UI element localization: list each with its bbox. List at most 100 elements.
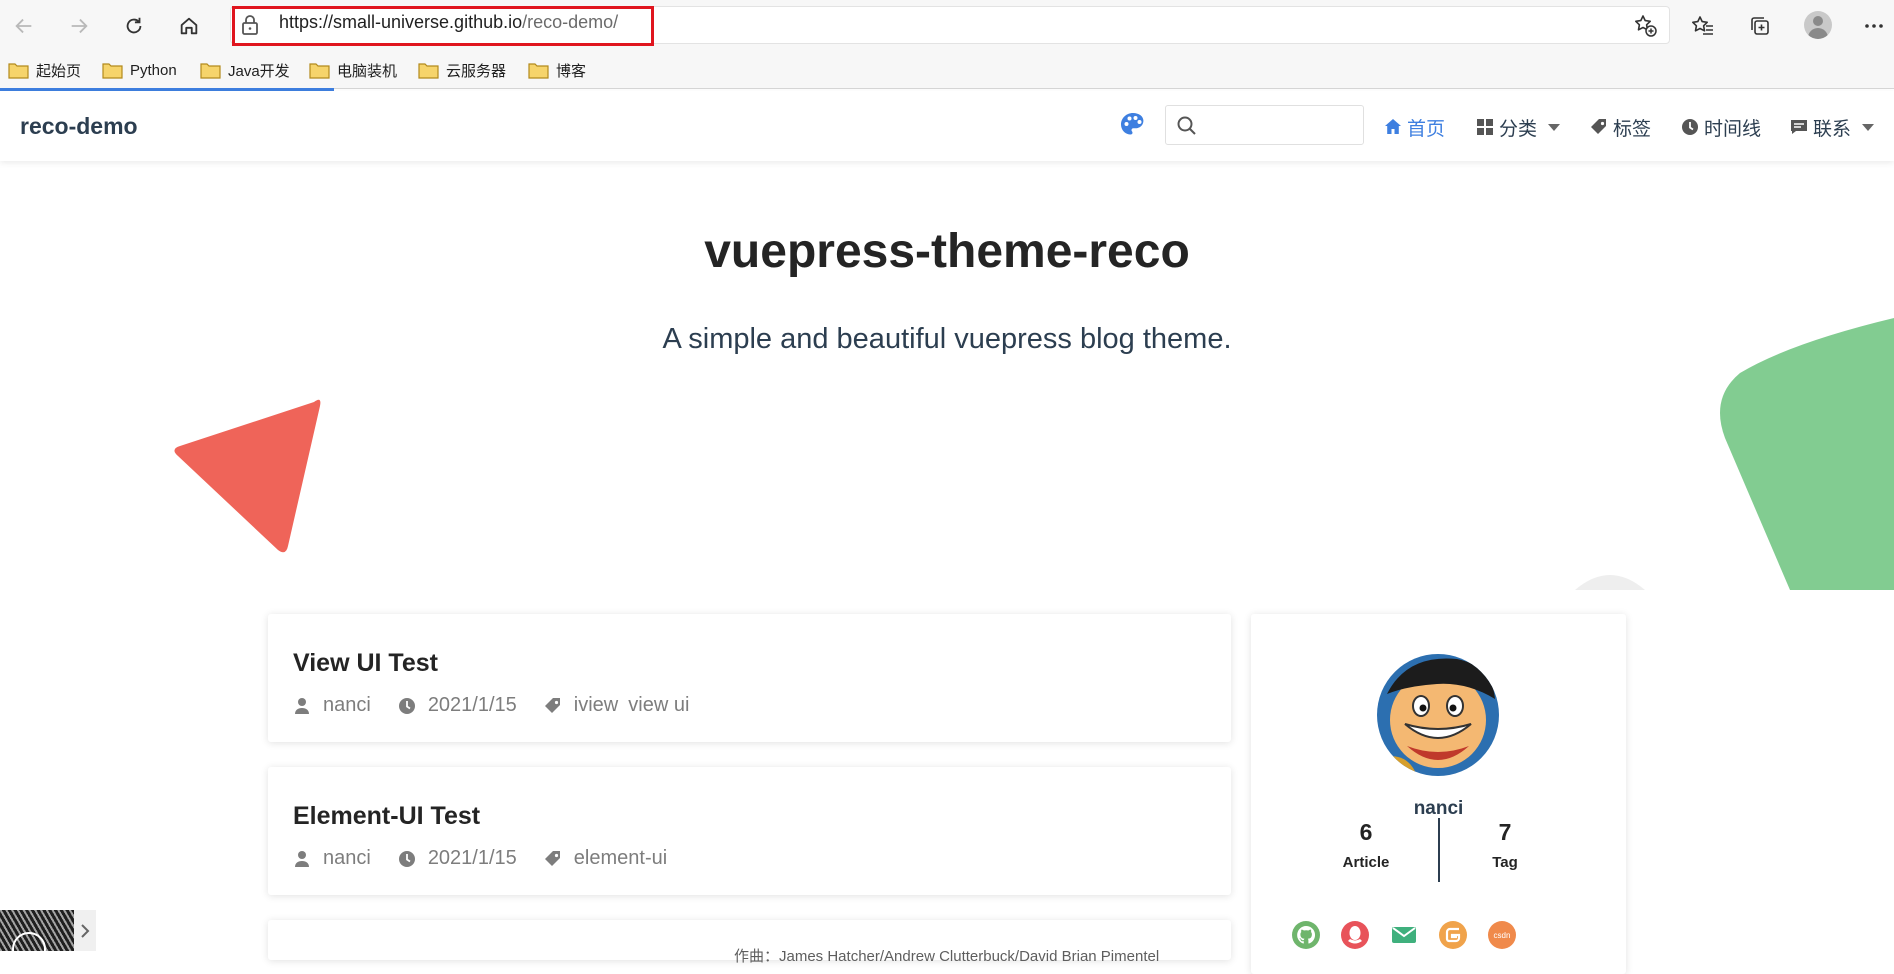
post-card-partial[interactable]: 作曲：James Hatcher/Andrew Clutterbuck/Davi… xyxy=(268,920,1231,965)
favorites-button[interactable] xyxy=(1687,10,1719,42)
folder-icon xyxy=(418,62,439,79)
nav-tags-label: 标签 xyxy=(1613,118,1652,140)
post-date: 2021/1/15 xyxy=(398,694,517,717)
post-date: 2021/1/15 xyxy=(398,847,517,870)
bookmark-label: 博客 xyxy=(556,62,587,80)
post-card[interactable]: View UI Test nanci 2021/1/15 iview view u… xyxy=(268,614,1231,742)
refresh-icon xyxy=(126,17,142,34)
home-icon xyxy=(180,17,198,35)
tag-link[interactable]: element-ui xyxy=(574,847,667,869)
article-label: Article xyxy=(1342,854,1390,871)
profile-avatar[interactable] xyxy=(1804,11,1832,39)
folder-icon xyxy=(200,62,221,79)
decorative-green-shape xyxy=(1720,318,1894,590)
author-name: nanci xyxy=(1413,798,1464,819)
nav-contact[interactable]: 联系 xyxy=(1790,115,1875,140)
browser-toolbar: https://small-universe.github.io/reco-de… xyxy=(0,0,1894,51)
nav-timeline[interactable]: 时间线 xyxy=(1681,115,1762,140)
palette-icon[interactable] xyxy=(1119,111,1147,139)
author-avatar[interactable] xyxy=(1377,654,1499,776)
back-button[interactable] xyxy=(6,8,42,44)
bookmark-blog[interactable]: 博客 xyxy=(528,57,586,83)
post-author: nanci xyxy=(293,694,371,717)
nav-tags[interactable]: 标签 xyxy=(1590,115,1652,140)
nav-timeline-label: 时间线 xyxy=(1704,118,1762,140)
music-player-cover[interactable] xyxy=(0,910,74,951)
tag-link[interactable]: iview xyxy=(574,694,618,716)
bookmark-start-page[interactable]: 起始页 xyxy=(8,57,81,83)
search-input[interactable] xyxy=(1204,112,1358,140)
bookmarks-bar: 起始页 Python Java开发 电脑装机 云服务器 博客 xyxy=(0,51,1894,89)
folder-icon xyxy=(309,62,330,79)
post-date-text: 2021/1/15 xyxy=(427,847,517,869)
author-info-card: nanci 6 Article 7 Tag csdn xyxy=(1251,614,1626,974)
url-highlight-box xyxy=(232,6,654,46)
folder-icon xyxy=(8,62,29,79)
tag-icon xyxy=(544,850,560,866)
email-icon[interactable] xyxy=(1389,920,1419,950)
forward-button[interactable] xyxy=(61,8,97,44)
csdn-label: csdn xyxy=(1494,931,1511,940)
qq-icon[interactable] xyxy=(1340,920,1370,950)
folder-icon xyxy=(528,62,549,79)
bookmark-label: 电脑装机 xyxy=(337,62,398,80)
grid-icon xyxy=(1477,119,1493,135)
clock-icon xyxy=(1682,119,1698,135)
bookmark-label: Python xyxy=(130,61,177,79)
post-card[interactable]: Element-UI Test nanci 2021/1/15 element-… xyxy=(268,767,1231,895)
decorative-grey-shape xyxy=(1575,575,1645,590)
site-title[interactable]: reco-demo xyxy=(20,113,138,140)
music-expand-button[interactable] xyxy=(74,910,96,951)
post-title[interactable]: View UI Test xyxy=(293,649,438,678)
csdn-icon[interactable]: csdn xyxy=(1487,920,1517,950)
nav-category[interactable]: 分类 xyxy=(1476,115,1561,140)
post-meta: nanci 2021/1/15 element-ui xyxy=(293,847,704,870)
chevron-right-icon xyxy=(81,923,90,938)
article-stat[interactable]: 6 Article xyxy=(1306,819,1426,871)
user-icon xyxy=(295,697,309,714)
nav-home[interactable]: 首页 xyxy=(1384,115,1445,140)
search-icon xyxy=(1177,116,1196,135)
hero-description: A simple and beautiful vuepress blog the… xyxy=(662,323,1232,355)
chevron-down-icon xyxy=(1862,123,1875,131)
tag-icon xyxy=(1591,119,1606,134)
play-icon[interactable] xyxy=(12,932,46,951)
post-tags: element-ui xyxy=(544,847,677,870)
post-author-name: nanci xyxy=(323,694,371,716)
add-favorite-icon[interactable] xyxy=(1633,13,1657,37)
refresh-button[interactable] xyxy=(116,8,152,44)
bookmark-label: 起始页 xyxy=(36,62,82,80)
home-button[interactable] xyxy=(171,8,207,44)
nav-category-label: 分类 xyxy=(1499,118,1538,140)
post-meta: nanci 2021/1/15 iview view ui xyxy=(293,694,726,717)
favorites-list-icon xyxy=(1692,16,1713,35)
bookmark-pc-build[interactable]: 电脑装机 xyxy=(309,57,397,83)
bookmark-python[interactable]: Python xyxy=(102,57,177,83)
hero-title: vuepress-theme-reco xyxy=(704,225,1190,278)
nav-contact-label: 联系 xyxy=(1813,118,1852,140)
article-count: 6 xyxy=(1359,819,1373,845)
settings-menu-button[interactable] xyxy=(1858,10,1890,42)
site-navbar: reco-demo 首页 分类 标签 时间线 联系 xyxy=(0,91,1894,161)
forward-arrow-icon xyxy=(71,18,88,34)
user-icon xyxy=(295,850,309,867)
bookmark-java[interactable]: Java开发 xyxy=(200,57,290,83)
folder-icon xyxy=(102,62,123,79)
collections-button[interactable] xyxy=(1744,10,1776,42)
post-tags: iview view ui xyxy=(544,694,700,717)
github-icon[interactable] xyxy=(1291,920,1321,950)
tag-stat[interactable]: 7 Tag xyxy=(1445,819,1565,871)
decorative-triangle xyxy=(174,399,321,553)
back-arrow-icon xyxy=(15,18,32,34)
clock-icon xyxy=(398,697,415,714)
tag-link[interactable]: view ui xyxy=(628,694,689,716)
gitee-icon[interactable] xyxy=(1438,920,1468,950)
bookmark-cloud-server[interactable]: 云服务器 xyxy=(418,57,506,83)
tag-label: Tag xyxy=(1492,854,1518,871)
search-box xyxy=(1165,105,1364,145)
post-author-name: nanci xyxy=(323,847,371,869)
post-title[interactable]: Element-UI Test xyxy=(293,802,480,831)
chevron-down-icon xyxy=(1548,123,1561,131)
tag-icon xyxy=(544,697,560,713)
post-author: nanci xyxy=(293,847,371,870)
